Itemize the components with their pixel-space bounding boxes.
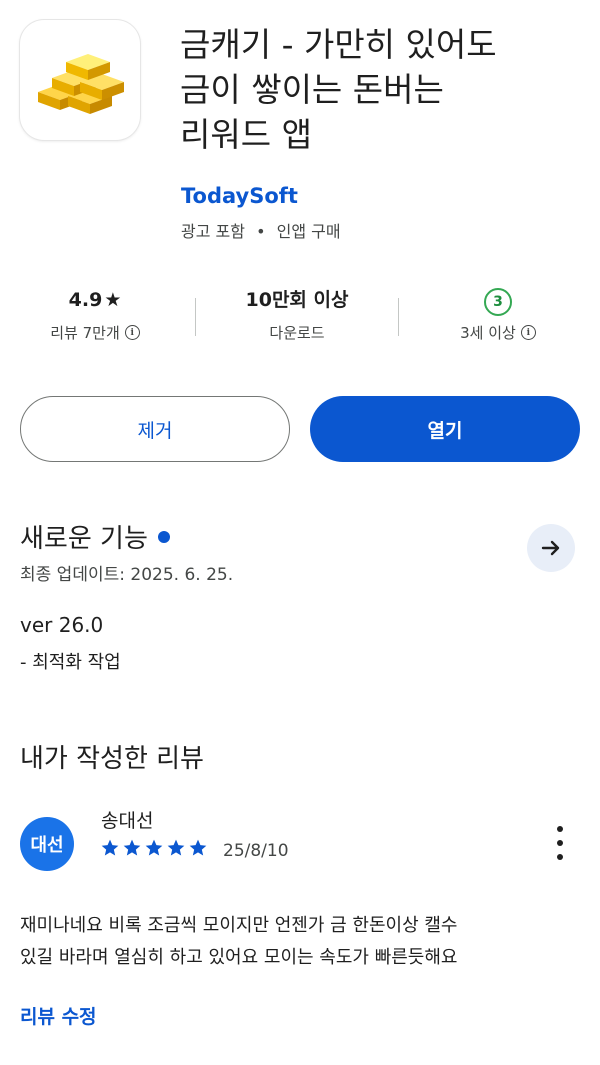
app-icon	[20, 20, 140, 140]
whats-new-arrow-button[interactable]	[527, 524, 575, 572]
app-title-line-2: 금이 쌓이는 돈버는	[180, 70, 444, 109]
avatar: 대선	[20, 817, 74, 871]
star-icon	[145, 839, 163, 856]
open-button[interactable]: 열기	[310, 396, 580, 462]
review-text-line-2: 있길 바라며 열심히 하고 있어요 모이는 속도가 빠른듯해요	[20, 947, 458, 968]
review-stars	[100, 838, 208, 858]
star-icon	[189, 839, 207, 856]
last-updated: 최종 업데이트: 2025. 6. 25.	[20, 565, 234, 585]
star-icon	[101, 839, 119, 856]
age-rating-stat[interactable]: 3 3세 이상 i	[413, 286, 583, 343]
gold-bars-icon	[38, 54, 124, 114]
downloads-stat: 10만회 이상 다운로드	[212, 286, 382, 343]
rating-value: 4.9 ★	[10, 286, 180, 314]
review-text-line-1: 재미나네요 비록 조금씩 모이지만 언젠가 금 한돈이상 캘수	[20, 915, 458, 936]
version-text: ver 26.0	[20, 613, 104, 637]
age-rating-badge: 3	[484, 288, 512, 316]
review-count-label: 리뷰 7만개	[50, 324, 120, 342]
app-meta: 광고 포함 • 인앱 구매	[181, 218, 341, 242]
app-title-line-1: 금캐기 - 가만히 있어도	[180, 25, 497, 64]
star-icon: ★	[104, 289, 122, 311]
contains-ads-label: 광고 포함	[181, 222, 245, 241]
more-options-icon[interactable]	[548, 826, 572, 860]
whats-new-title: 새로운 기능	[20, 524, 148, 554]
stat-divider	[398, 298, 399, 336]
age-rating-label: 3세 이상	[460, 324, 516, 342]
uninstall-button[interactable]: 제거	[20, 396, 290, 462]
app-title-line-3: 리워드 앱	[180, 115, 312, 154]
developer-link[interactable]: TodaySoft	[181, 184, 298, 208]
review-date: 25/8/10	[223, 841, 289, 861]
app-title: 금캐기 - 가만히 있어도 금이 쌓이는 돈버는 리워드 앱	[180, 22, 580, 157]
downloads-label: 다운로드	[269, 324, 325, 342]
edit-review-button[interactable]: 리뷰 수정	[20, 1002, 97, 1029]
in-app-purchase-label: 인앱 구매	[276, 222, 341, 241]
meta-separator: •	[256, 222, 266, 241]
downloads-value: 10만회 이상	[245, 289, 349, 311]
reviewer-name: 송대선	[101, 810, 154, 832]
info-icon: i	[124, 325, 140, 340]
my-review-heading: 내가 작성한 리뷰	[20, 744, 204, 774]
whats-new-heading: 새로운 기능	[20, 518, 170, 555]
release-notes: - 최적화 작업	[20, 652, 121, 673]
star-icon	[167, 839, 185, 856]
stat-divider	[195, 298, 196, 336]
star-icon	[123, 839, 141, 856]
arrow-right-icon	[541, 540, 560, 556]
rating-stat[interactable]: 4.9 ★ 리뷰 7만개 i	[10, 286, 180, 343]
review-text: 재미나네요 비록 조금씩 모이지만 언젠가 금 한돈이상 캘수 있길 바라며 열…	[20, 910, 580, 974]
info-icon: i	[520, 325, 536, 340]
new-indicator-dot	[157, 530, 170, 543]
rating-number: 4.9	[68, 289, 103, 311]
